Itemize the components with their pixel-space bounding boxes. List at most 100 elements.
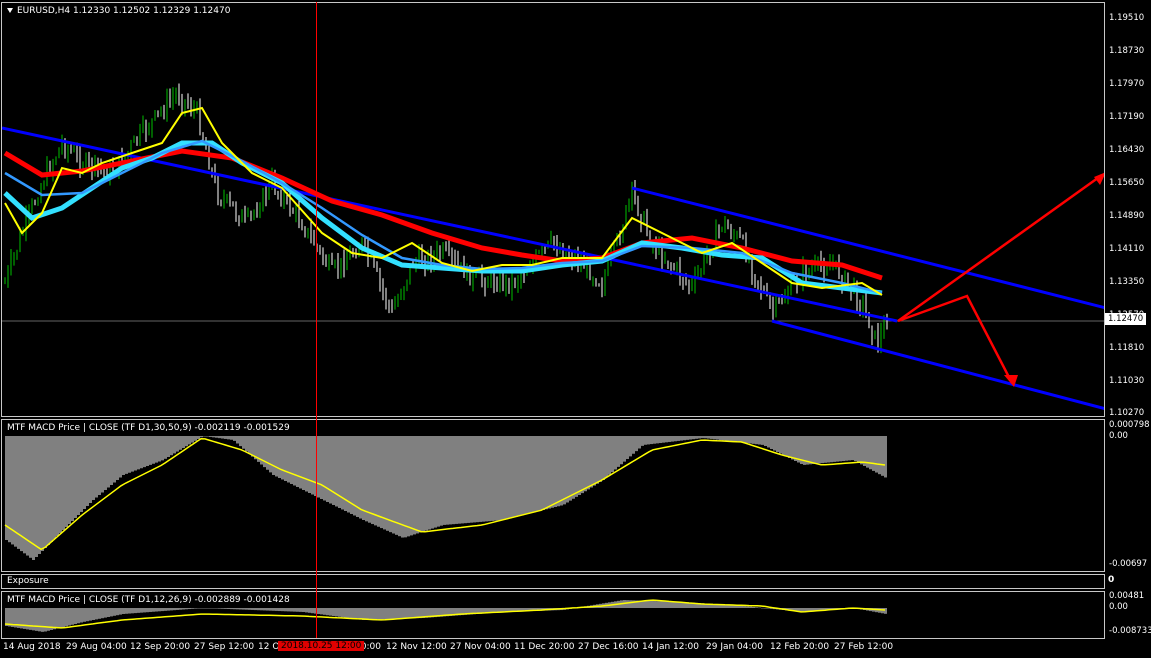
- histogram-bar: [428, 436, 431, 530]
- exposure-value: 0: [1108, 575, 1115, 585]
- histogram-bar: [662, 601, 665, 608]
- histogram-bar: [554, 436, 557, 507]
- histogram-bar: [539, 436, 542, 511]
- histogram-bar: [311, 436, 314, 495]
- histogram-bar: [842, 436, 845, 461]
- histogram-bar: [23, 436, 26, 554]
- histogram-bar: [35, 436, 38, 557]
- histogram-bar: [875, 436, 878, 473]
- histogram-bar: [230, 436, 233, 440]
- histogram-bar: [149, 436, 152, 465]
- main-price-axis[interactable]: 1.19510 1.18730 1.17970 1.17190 1.16430 …: [1104, 2, 1151, 418]
- histogram-bar: [752, 607, 755, 608]
- histogram-bar: [41, 608, 44, 632]
- histogram-bar: [200, 608, 203, 609]
- macd1-canvas[interactable]: [2, 420, 1105, 572]
- histogram-bar: [62, 608, 65, 627]
- histogram-bar: [566, 436, 569, 503]
- histogram-bar: [740, 605, 743, 608]
- channel-upper-left-line[interactable]: [2, 126, 898, 323]
- histogram-bar: [8, 436, 11, 543]
- time-axis[interactable]: 14 Aug 2018 29 Aug 04:00 12 Sep 20:00 27…: [0, 640, 1104, 658]
- histogram-bar: [128, 436, 131, 473]
- histogram-bar: [671, 601, 674, 608]
- histogram-bar: [623, 436, 626, 462]
- histogram-bar: [344, 608, 347, 618]
- histogram-bar: [77, 608, 80, 624]
- histogram-bar: [767, 436, 770, 448]
- macd-pane-1[interactable]: MTF MACD Price | CLOSE (TF D1,30,50,9) -…: [1, 419, 1105, 572]
- histogram-bar: [305, 436, 308, 492]
- histogram-bar: [401, 608, 404, 619]
- histogram-bar: [107, 436, 110, 488]
- time-label: 11 Dec 20:00: [514, 642, 575, 652]
- histogram-bar: [404, 436, 407, 538]
- histogram-bar: [245, 608, 248, 610]
- histogram-bar: [863, 436, 866, 466]
- macd1-axis[interactable]: 0.000798 0.00 -0.00697: [1104, 419, 1151, 572]
- histogram-bar: [884, 608, 887, 614]
- histogram-bar: [17, 436, 20, 549]
- histogram-bar: [710, 436, 713, 439]
- macd1-axis-label: 0.00: [1109, 431, 1128, 441]
- histogram-bar: [308, 436, 311, 493]
- histogram-bar: [671, 436, 674, 442]
- chart-title-text: EURUSD,H4 1.12330 1.12502 1.12329 1.1247…: [17, 6, 231, 16]
- histogram-bar: [491, 436, 494, 521]
- histogram-bar: [116, 436, 119, 480]
- histogram-bar: [575, 436, 578, 497]
- histogram-bar: [650, 600, 653, 608]
- histogram-bar: [629, 436, 632, 457]
- histogram-bar: [746, 606, 749, 608]
- histogram-bar: [110, 608, 113, 617]
- histogram-bar: [557, 436, 560, 507]
- histogram-bar: [65, 436, 68, 527]
- main-chart-pane[interactable]: EURUSD,H4 1.12330 1.12502 1.12329 1.1247…: [1, 2, 1105, 417]
- histogram-bar: [59, 608, 62, 628]
- histogram-bar: [317, 608, 320, 614]
- histogram-bar: [44, 436, 47, 548]
- price-label: 1.18730: [1109, 46, 1145, 56]
- histogram-bar: [83, 608, 86, 622]
- histogram-bar: [380, 436, 383, 529]
- macd2-axis[interactable]: 0.00481 0.00 -0.008733: [1104, 591, 1151, 639]
- histogram-bar: [86, 436, 89, 506]
- macd1-axis-label: 0.000798: [1109, 420, 1150, 430]
- histogram-bar: [176, 608, 179, 610]
- histogram-bar: [545, 436, 548, 510]
- histogram-bar: [191, 436, 194, 443]
- time-label: 12 Feb 20:00: [770, 642, 830, 652]
- histogram-bar: [326, 436, 329, 502]
- histogram-bar: [74, 608, 77, 624]
- dropdown-triangle-icon[interactable]: [7, 8, 13, 13]
- price-chart-canvas[interactable]: [2, 3, 1105, 417]
- histogram-bar: [107, 608, 110, 617]
- histogram-bar: [506, 436, 509, 519]
- histogram-bar: [443, 436, 446, 525]
- histogram-bar: [119, 608, 122, 615]
- histogram-bar: [794, 436, 797, 461]
- histogram-bar: [440, 436, 443, 526]
- time-label: 27 Feb 12:00: [834, 642, 894, 652]
- histogram-bar: [386, 436, 389, 531]
- histogram-bar: [791, 436, 794, 460]
- histogram-bar: [224, 436, 227, 439]
- histogram-bar: [728, 436, 731, 442]
- channel-lower-line[interactable]: [771, 319, 1105, 411]
- histogram-bar: [278, 608, 281, 612]
- histogram-bar: [413, 436, 416, 535]
- histogram-bar: [155, 436, 158, 463]
- time-label: 27 Dec 16:00: [578, 642, 639, 652]
- histogram-bar: [647, 600, 650, 608]
- histogram-bar: [518, 436, 521, 516]
- histogram-bar: [527, 436, 530, 514]
- histogram-bar: [869, 436, 872, 470]
- histogram-bar: [548, 436, 551, 509]
- histogram-bar: [749, 606, 752, 608]
- exposure-pane[interactable]: Exposure: [1, 574, 1105, 589]
- macd-pane-2[interactable]: MTF MACD Price | CLOSE (TF D1,12,26,9) -…: [1, 591, 1105, 639]
- chart-title: EURUSD,H4 1.12330 1.12502 1.12329 1.1247…: [7, 6, 230, 16]
- histogram-bar: [731, 436, 734, 442]
- histogram-bar: [530, 436, 533, 513]
- histogram-bar: [104, 436, 107, 490]
